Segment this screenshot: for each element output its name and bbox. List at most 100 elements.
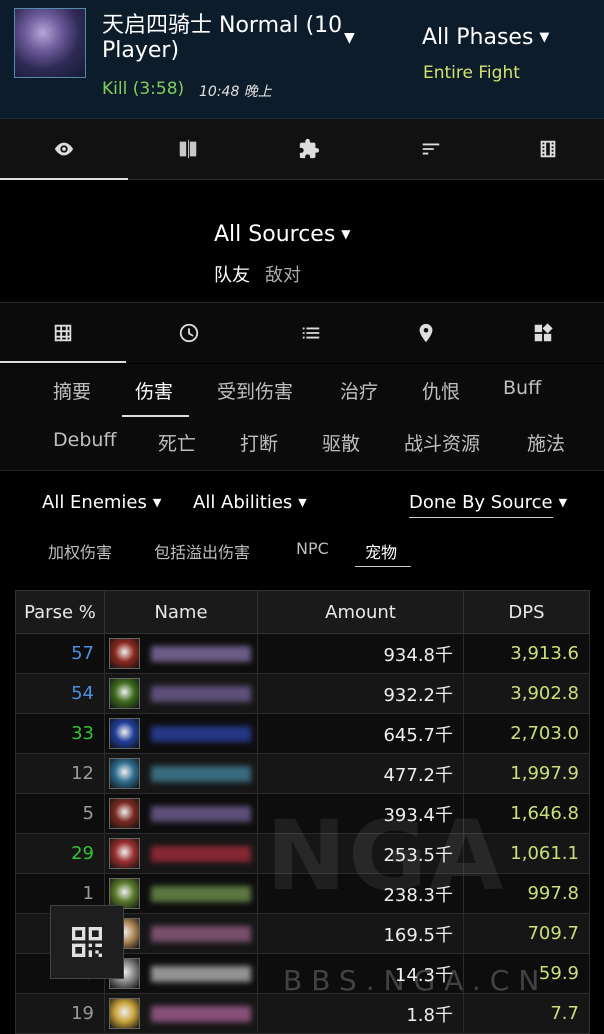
fight-time: 10:48 晚上: [199, 84, 272, 100]
tab-timeline[interactable]: [126, 303, 252, 363]
tab-replay[interactable]: [492, 119, 604, 179]
name-cell[interactable]: [104, 833, 258, 874]
abilities-filter[interactable]: All Abilities ▼: [193, 492, 307, 513]
dps-cell: 1,997.9: [463, 753, 590, 794]
source-selector[interactable]: All Sources ▼: [214, 222, 351, 247]
tab-table[interactable]: [0, 303, 126, 363]
class-spec-icon: [109, 718, 140, 749]
option-npc[interactable]: NPC: [296, 539, 329, 558]
tab-interrupts[interactable]: 打断: [240, 429, 278, 456]
name-cell[interactable]: [104, 993, 258, 1034]
tab-healing[interactable]: 治疗: [340, 377, 378, 404]
tab-widgets[interactable]: [482, 303, 604, 363]
chevron-down-icon: ▼: [539, 30, 550, 45]
tab-deaths[interactable]: 死亡: [158, 429, 196, 456]
name-cell[interactable]: [104, 713, 258, 754]
phase-selector[interactable]: All Phases ▼: [422, 25, 549, 50]
redacted-player-name: [151, 686, 251, 702]
tab-sort[interactable]: [370, 119, 492, 179]
qr-code-button[interactable]: [50, 905, 124, 979]
option-weighted-damage[interactable]: 加权伤害: [48, 539, 112, 563]
tab-plugins[interactable]: [248, 119, 370, 179]
amount-cell: 1.8千: [257, 993, 464, 1034]
watermark-logo: NGA: [266, 800, 506, 912]
widgets-icon: [534, 323, 553, 342]
tab-casts[interactable]: 施法: [527, 429, 565, 456]
name-cell[interactable]: [104, 913, 258, 954]
boss-name[interactable]: 天启四骑士 Normal (10 Player): [102, 13, 352, 63]
table-row[interactable]: 54 932.2千 3,902.8: [15, 673, 590, 714]
dps-cell: 3,902.8: [463, 673, 590, 714]
chevron-down-icon: ▼: [558, 496, 568, 509]
header-dps[interactable]: DPS: [463, 590, 590, 634]
table-row[interactable]: 19 1.8千 7.7: [15, 993, 590, 1034]
qr-code-icon: [72, 927, 102, 957]
tab-buffs[interactable]: Buff: [503, 377, 541, 399]
location-icon: [419, 323, 433, 343]
amount-cell: 645.7千: [257, 713, 464, 754]
tab-map[interactable]: [370, 303, 482, 363]
amount-cell: 477.2千: [257, 753, 464, 794]
name-cell[interactable]: [104, 953, 258, 994]
source-enemy-option[interactable]: 敌对: [265, 261, 301, 287]
grid-icon: [54, 324, 72, 342]
redacted-player-name: [151, 846, 251, 862]
name-cell[interactable]: [104, 633, 258, 674]
fight-select-chevron-icon[interactable]: ▼: [344, 30, 355, 46]
redacted-player-name: [151, 1006, 251, 1022]
enemies-filter[interactable]: All Enemies ▼: [42, 492, 161, 513]
header-name[interactable]: Name: [104, 590, 258, 634]
tab-debuffs[interactable]: Debuff: [53, 429, 117, 451]
tab-damage[interactable]: 伤害: [135, 377, 173, 404]
source-ally-option[interactable]: 队友: [214, 261, 250, 287]
parse-cell: 5: [15, 793, 105, 834]
name-cell[interactable]: [104, 873, 258, 914]
watermark-url: BBS.NGA.CN: [283, 964, 549, 997]
active-tab-indicator: [0, 178, 128, 180]
enemies-filter-label: All Enemies: [42, 492, 147, 513]
amount-cell: 169.5千: [257, 913, 464, 954]
amount-cell: 932.2千: [257, 673, 464, 714]
redacted-player-name: [151, 886, 251, 902]
chevron-down-icon: ▼: [298, 496, 307, 509]
amount-cell: 934.8千: [257, 633, 464, 674]
tab-view[interactable]: [0, 119, 128, 179]
class-spec-icon: [109, 838, 140, 869]
active-category-indicator: [122, 415, 189, 417]
table-row[interactable]: 33 645.7千 2,703.0: [15, 713, 590, 754]
name-cell[interactable]: [104, 793, 258, 834]
table-row[interactable]: 57 934.8千 3,913.6: [15, 633, 590, 674]
tab-threat[interactable]: 仇恨: [422, 377, 460, 404]
name-cell[interactable]: [104, 753, 258, 794]
data-view-tabs: [0, 302, 604, 363]
tab-dispels[interactable]: 驱散: [322, 429, 360, 456]
tab-events[interactable]: [252, 303, 370, 363]
tab-damage-taken[interactable]: 受到伤害: [217, 377, 293, 404]
parse-cell: 29: [15, 833, 105, 874]
option-overkill[interactable]: 包括溢出伤害: [154, 539, 250, 563]
done-by-filter[interactable]: Done By Source ▼: [409, 492, 567, 513]
redacted-player-name: [151, 646, 251, 662]
dps-cell: 3,913.6: [463, 633, 590, 674]
clock-icon: [179, 323, 199, 343]
class-spec-icon: [109, 678, 140, 709]
parse-cell: 54: [15, 673, 105, 714]
option-pets[interactable]: 宠物: [365, 539, 397, 563]
class-spec-icon: [109, 758, 140, 789]
header-amount[interactable]: Amount: [257, 590, 464, 634]
tab-summary[interactable]: 摘要: [53, 377, 91, 404]
chevron-down-icon: ▼: [341, 227, 351, 241]
puzzle-icon: [299, 138, 320, 159]
eye-icon: [54, 142, 74, 156]
tab-resources[interactable]: 战斗资源: [404, 429, 480, 456]
table-row[interactable]: 12 477.2千 1,997.9: [15, 753, 590, 794]
name-cell[interactable]: [104, 673, 258, 714]
dps-cell: 7.7: [463, 993, 590, 1034]
active-option-indicator: [355, 566, 411, 567]
done-by-filter-label: Done By Source: [409, 492, 553, 513]
abilities-filter-label: All Abilities: [193, 492, 293, 513]
tab-compare[interactable]: [128, 119, 248, 179]
kill-status: Kill (3:58): [102, 79, 185, 99]
header-parse[interactable]: Parse %: [15, 590, 105, 634]
redacted-player-name: [151, 806, 251, 822]
